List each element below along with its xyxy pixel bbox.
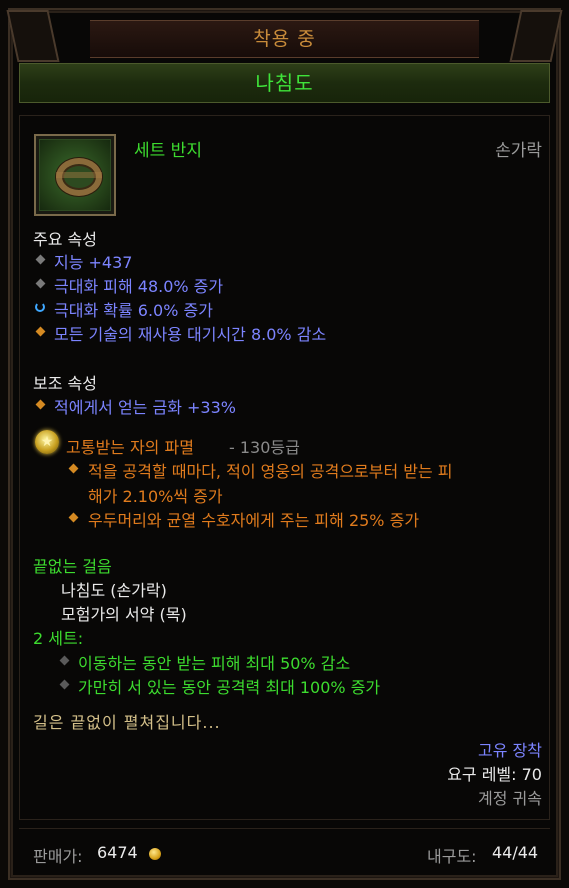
primary-stat: 모든 기술의 재사용 대기시간 8.0% 감소 [54,325,327,344]
primary-heading: 주요 속성 [33,230,97,249]
gem-icon: ★ [35,430,59,454]
set-bonus: 이동하는 동안 받는 피해 최대 50% 감소 [78,654,351,673]
sell-value: 6474 [97,843,138,862]
set-piece: 나침도 (손가락) [61,581,167,600]
account-bound: 계정 귀속 [478,789,542,808]
durability-label: 내구도: [427,847,477,866]
durability-value: 44/44 [492,843,539,862]
primary-stat: 극대화 피해 48.0% 증가 [54,277,224,296]
gold-coin-icon [149,848,161,860]
required-level: 요구 레벨: 70 [447,765,542,784]
item-type: 세트 반지 [134,141,202,161]
set-name: 끝없는 걸음 [33,557,112,576]
gem-effect-line: 해가 2.10%씩 증가 [88,487,223,506]
item-title-bar: 나침도 [19,63,550,103]
gem-rank: - 130등급 [229,438,300,457]
gem-effect-line: 우두머리와 균열 수호자에게 주는 피해 25% 증가 [88,511,420,530]
primary-stat: 지능 +437 [54,253,133,272]
equipped-banner: 착용 중 [90,20,479,58]
set-bonus: 가만히 서 있는 동안 공격력 최대 100% 증가 [78,678,381,697]
ring-icon [56,158,102,196]
item-icon-frame [34,134,116,216]
item-slot: 손가락 [495,141,542,161]
flavor-text: 길은 끝없이 펼쳐집니다... [33,713,221,732]
set-piece: 모험가의 서약 (목) [61,605,187,624]
primary-stat: 극대화 확률 6.0% 증가 [54,301,213,320]
secondary-stat: 적에게서 얻는 금화 +33% [54,398,236,417]
sell-label: 판매가: [33,847,83,866]
item-name: 나침도 [255,71,314,95]
secondary-heading: 보조 속성 [33,374,97,393]
gem-name: 고통받는 자의 파멸 [66,438,194,457]
set-bonus-heading: 2 세트: [33,629,84,648]
gem-effect-line: 적을 공격할 때마다, 적이 영웅의 공격으로부터 받는 피 [88,462,453,481]
unique-equip: 고유 장착 [478,741,542,760]
reroll-icon [35,302,45,312]
equipped-label: 착용 중 [253,28,316,50]
